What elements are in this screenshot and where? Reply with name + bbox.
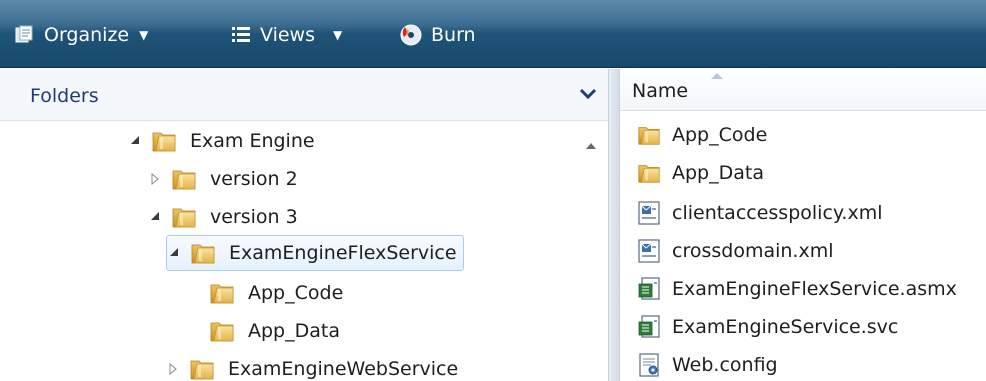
organize-label: Organize — [44, 24, 130, 46]
expanded-arrow-icon[interactable] — [167, 246, 181, 260]
tree-item-label: version 2 — [210, 168, 298, 190]
chevron-down-icon: ▼ — [139, 28, 149, 42]
tree-item-app-data[interactable]: App_Data — [208, 313, 340, 349]
collapsed-arrow-icon[interactable] — [166, 362, 180, 376]
folders-header[interactable]: Folders — [0, 69, 608, 121]
command-bar: Organize ▼ Views ▼ Burn — [0, 0, 986, 68]
file-item-label: App_Code — [672, 124, 768, 146]
tree-item-exam-engine[interactable]: Exam Engine — [128, 123, 315, 159]
folders-pane: Folders Exam Engine version 2 version 3 … — [0, 69, 608, 381]
name-column-header[interactable]: Name — [620, 69, 986, 111]
file-item-clientaccesspolicy[interactable]: clientaccesspolicy.xml — [636, 195, 883, 231]
file-item-label: Web.config — [672, 354, 778, 376]
collapsed-arrow-icon[interactable] — [148, 172, 162, 186]
folder-icon — [170, 203, 198, 231]
chevron-down-icon: ▼ — [333, 28, 343, 42]
burn-button[interactable]: Burn — [399, 20, 476, 50]
file-item-label: ExamEngineFlexService.asmx — [672, 278, 957, 300]
scroll-up-icon[interactable] — [584, 139, 598, 151]
tree-item-app-code[interactable]: App_Code — [208, 275, 343, 311]
views-label: Views — [260, 24, 315, 46]
tree-item-label: ExamEngineWebService — [228, 358, 459, 380]
folder-icon — [208, 317, 236, 345]
file-list-pane: Name App_Code App_Data clientaccesspolic… — [620, 69, 986, 381]
expanded-arrow-icon[interactable] — [128, 134, 142, 148]
tree-item-examengineflexservice[interactable]: ExamEngineFlexService — [166, 235, 464, 271]
tree-item-version-2[interactable]: version 2 — [148, 161, 298, 197]
xml-file-icon — [636, 200, 662, 226]
tree-item-label: Exam Engine — [190, 130, 315, 152]
file-item-web-config[interactable]: Web.config — [636, 347, 778, 381]
file-item-label: crossdomain.xml — [672, 240, 834, 262]
folder-icon — [188, 355, 216, 381]
file-item-examengineservice-svc[interactable]: ExamEngineService.svc — [636, 309, 898, 345]
burn-disc-icon — [400, 24, 422, 46]
folder-icon — [189, 239, 217, 267]
tree-item-examenginewebservice[interactable]: ExamEngineWebService — [166, 351, 458, 381]
folder-icon — [170, 165, 198, 193]
file-item-label: ExamEngineService.svc — [672, 316, 899, 338]
file-item-app-data[interactable]: App_Data — [636, 155, 764, 191]
sort-ascending-icon — [711, 73, 723, 79]
views-icon — [232, 27, 250, 42]
burn-label: Burn — [431, 24, 476, 46]
folders-title: Folders — [30, 85, 99, 107]
organize-icon — [15, 25, 33, 43]
folder-icon — [636, 122, 662, 148]
pane-splitter[interactable] — [608, 69, 620, 381]
web-service-file-icon — [636, 276, 662, 302]
tree-item-label: App_Data — [248, 320, 340, 342]
tree-item-label: version 3 — [210, 206, 298, 228]
tree-item-label: App_Code — [248, 282, 344, 304]
file-item-app-code[interactable]: App_Code — [636, 117, 767, 153]
organize-button[interactable]: Organize ▼ — [14, 20, 148, 50]
xml-file-icon — [636, 238, 662, 264]
tree-item-version-3[interactable]: version 3 — [148, 199, 298, 235]
file-item-label: App_Data — [672, 162, 764, 184]
folder-icon — [150, 127, 178, 155]
expanded-arrow-icon[interactable] — [148, 210, 162, 224]
file-item-crossdomain[interactable]: crossdomain.xml — [636, 233, 834, 269]
file-item-examengineflexservice-asmx[interactable]: ExamEngineFlexService.asmx — [636, 271, 957, 307]
web-service-file-icon — [636, 314, 662, 340]
chevron-down-icon[interactable] — [576, 81, 600, 105]
folder-icon — [208, 279, 236, 307]
name-column-label: Name — [632, 80, 689, 102]
views-button[interactable]: Views ▼ — [230, 20, 342, 50]
tree-item-label: ExamEngineFlexService — [229, 242, 457, 264]
file-item-label: clientaccesspolicy.xml — [672, 202, 883, 224]
folder-icon — [636, 160, 662, 186]
config-file-icon — [636, 352, 662, 378]
